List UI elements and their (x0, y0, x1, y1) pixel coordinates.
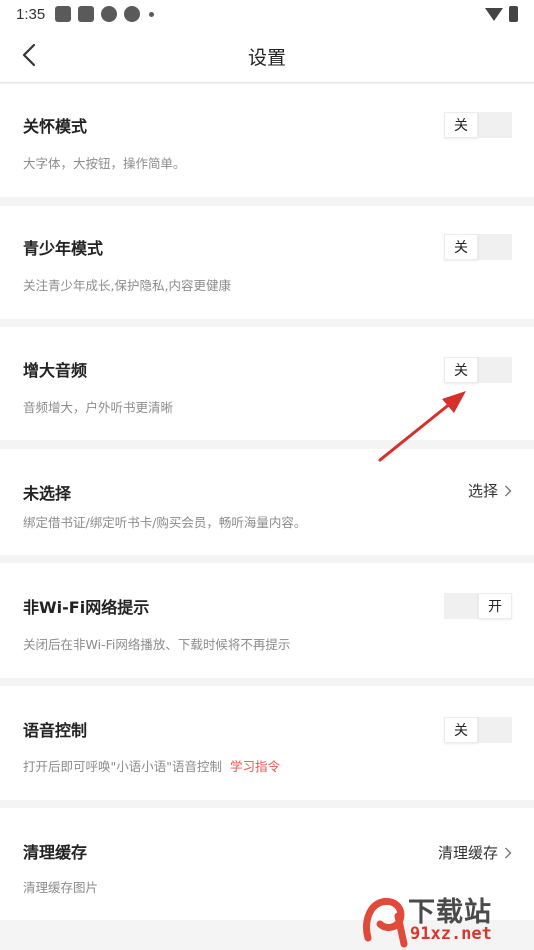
setting-voice-control: 语音控制 关 打开后即可呼唤"小语小语"语音控制 学习指令 (0, 686, 534, 800)
watermark-url: 91xz.net (410, 924, 492, 944)
status-bar: 1:35 (0, 0, 534, 28)
notification-icon (55, 6, 72, 22)
toggle-knob: 关 (444, 112, 478, 138)
non-wifi-warning-toggle[interactable]: 开 (444, 593, 512, 619)
clear-cache-label: 清理缓存 (437, 844, 498, 862)
site-watermark: 下载站 91xz.net (360, 890, 534, 950)
care-mode-toggle[interactable]: 关 (444, 112, 512, 138)
setting-description: 关注青少年成长,保护隐私,内容更健康 (23, 278, 231, 293)
select-button[interactable]: 选择 (468, 480, 512, 501)
setting-description: 关闭后在非Wi-Fi网络播放、下载时候将不再提示 (23, 637, 291, 652)
setting-title: 增大音频 (23, 361, 88, 380)
toggle-knob: 关 (444, 234, 478, 260)
app-notification-icon (101, 6, 118, 22)
chevron-right-icon (505, 485, 512, 496)
setting-description: 打开后即可呼唤"小语小语"语音控制 学习指令 (23, 756, 280, 775)
setting-boost-audio: 增大音频 关 音频增大，户外听书更清晰 (0, 327, 534, 440)
setting-title: 语音控制 (23, 721, 88, 740)
setting-description: 清理缓存图片 (23, 880, 99, 895)
more-notifications-icon (149, 11, 155, 17)
toggle-knob: 开 (478, 593, 512, 619)
app-notification-icon (124, 6, 141, 22)
wifi-icon (485, 7, 503, 21)
battery-icon (509, 6, 518, 22)
setting-description: 大字体，大按钮，操作简单。 (23, 156, 186, 171)
chevron-right-icon (505, 847, 512, 858)
voice-control-toggle[interactable]: 关 (444, 717, 512, 743)
toggle-knob: 关 (444, 717, 478, 743)
toggle-knob: 关 (444, 357, 478, 383)
setting-title: 关怀模式 (23, 117, 88, 136)
setting-title: 非Wi-Fi网络提示 (23, 598, 150, 617)
setting-non-wifi-warning: 非Wi-Fi网络提示 开 关闭后在非Wi-Fi网络播放、下载时候将不再提示 (0, 563, 534, 678)
setting-title: 青少年模式 (23, 239, 104, 258)
setting-care-mode: 关怀模式 关 大字体，大按钮，操作简单。 (0, 84, 534, 197)
select-label: 选择 (467, 482, 498, 500)
learn-commands-link[interactable]: 学习指令 (230, 759, 280, 774)
boost-audio-toggle[interactable]: 关 (444, 357, 512, 383)
clear-cache-button[interactable]: 清理缓存 (438, 842, 512, 863)
voice-control-text: 打开后即可呼唤"小语小语"语音控制 (23, 759, 222, 774)
status-time: 1:35 (16, 5, 46, 23)
setting-description: 音频增大，户外听书更清晰 (23, 400, 174, 415)
setting-membership[interactable]: 未选择 选择 绑定借书证/绑定听书卡/购买会员，畅听海量内容。 (0, 449, 534, 555)
top-bar: 设置 (0, 28, 534, 83)
setting-description: 绑定借书证/绑定听书卡/购买会员，畅听海量内容。 (23, 515, 307, 530)
page-title: 设置 (247, 47, 286, 69)
setting-title: 清理缓存 (23, 843, 88, 862)
teen-mode-toggle[interactable]: 关 (444, 234, 512, 260)
watermark-logo-icon (363, 897, 408, 948)
notification-icon (78, 6, 95, 22)
setting-teen-mode: 青少年模式 关 关注青少年成长,保护隐私,内容更健康 (0, 206, 534, 319)
setting-title: 未选择 (23, 484, 72, 503)
